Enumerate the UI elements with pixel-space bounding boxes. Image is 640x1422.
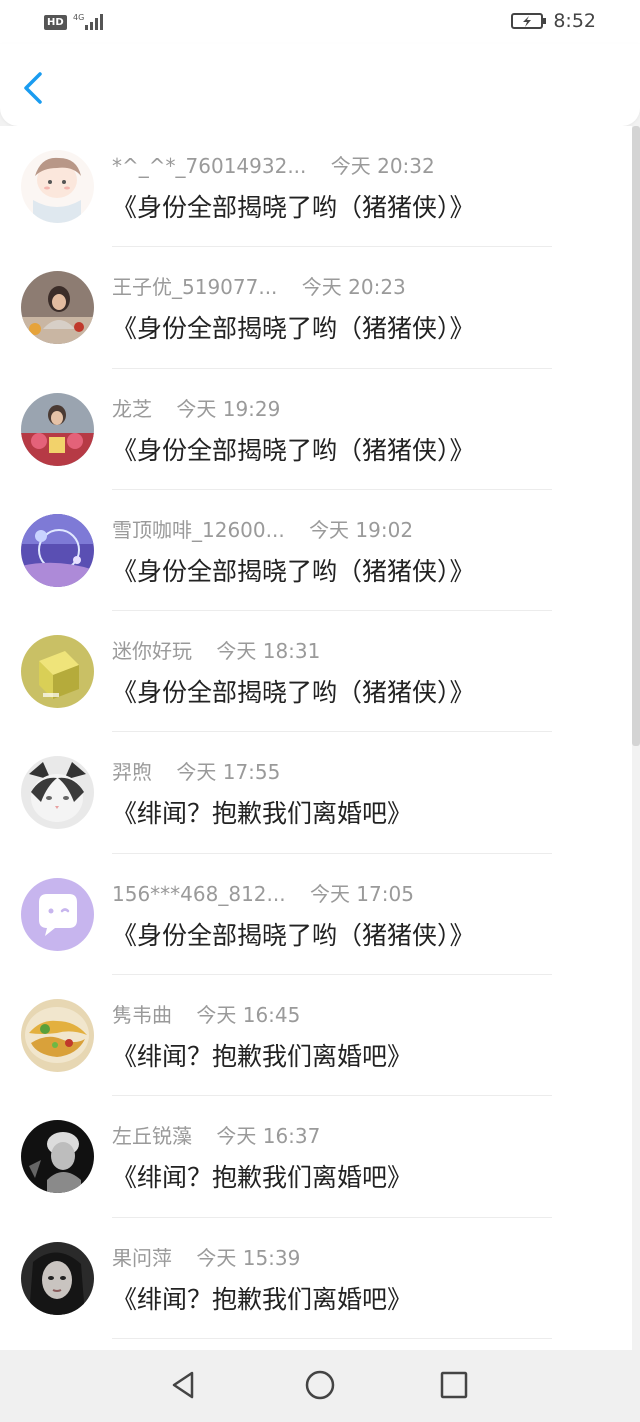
user-name: 156***468_812...: [112, 881, 286, 906]
item-time: 今天 20:32: [330, 154, 435, 178]
book-title: 《绯闻？抱歉我们离婚吧》: [112, 1163, 413, 1193]
back-icon[interactable]: [18, 70, 50, 106]
item-time: 今天 15:39: [196, 1245, 301, 1270]
book-title: 《身份全部揭晓了哟（猪猪侠）》: [112, 556, 475, 586]
avatar: [21, 635, 94, 709]
item-meta: 隽韦曲 今天 16:45: [112, 999, 300, 1028]
user-name: 左丘锐藻: [112, 1124, 192, 1149]
user-name: 龙芝: [112, 396, 152, 421]
list-item[interactable]: 156***468_812... 今天 17:05 《身份全部揭晓了哟（猪猪侠）…: [0, 854, 632, 976]
avatar: [21, 150, 94, 223]
nav-back-icon[interactable]: [166, 1368, 200, 1402]
scrollbar[interactable]: [632, 126, 640, 746]
list-item[interactable]: *^_^*_76014932... 今天 20:32 《身份全部揭晓了哟（猪猪侠…: [0, 126, 632, 248]
avatar: [21, 392, 94, 466]
book-title: 《身份全部揭晓了哟（猪猪侠）》: [112, 678, 475, 708]
item-meta: 羿煦 今天 17:55: [112, 756, 280, 785]
book-title: 《身份全部揭晓了哟（猪猪侠）》: [112, 920, 475, 950]
item-meta: 迷你好玩 今天 18:31: [112, 635, 320, 664]
book-title: 《绯闻？抱歉我们离婚吧》: [112, 799, 413, 829]
status-left: HD 4G: [44, 12, 107, 32]
item-meta: *^_^*_76014932... 今天 20:32: [112, 150, 435, 179]
item-meta: 王子优_519077... 今天 20:23: [112, 271, 406, 300]
item-time: 今天 19:29: [176, 396, 281, 421]
list-item[interactable]: 隽韦曲 今天 16:45 《绯闻？抱歉我们离婚吧》: [0, 975, 632, 1097]
user-name: 隽韦曲: [112, 1003, 172, 1028]
item-meta: 果问萍 今天 15:39: [112, 1242, 300, 1271]
book-title: 《身份全部揭晓了哟（猪猪侠）》: [112, 314, 475, 344]
item-meta: 雪顶咖啡_12600... 今天 19:02: [112, 514, 413, 543]
list-item[interactable]: 龙芝 今天 19:29 《身份全部揭晓了哟（猪猪侠）》: [0, 369, 632, 490]
book-title: 《身份全部揭晓了哟（猪猪侠）》: [112, 435, 475, 465]
avatar: [21, 271, 94, 345]
top-header: [0, 44, 640, 126]
nav-recent-icon[interactable]: [437, 1368, 471, 1402]
reading-list: *^_^*_76014932... 今天 20:32 《身份全部揭晓了哟（猪猪侠…: [0, 126, 632, 1350]
user-name: *^_^*_76014932...: [112, 154, 307, 178]
signal-icon: 4G: [73, 13, 103, 30]
avatar: [21, 999, 94, 1073]
book-title: 《绯闻？抱歉我们离婚吧》: [112, 1284, 413, 1314]
item-time: 今天 18:31: [216, 639, 321, 664]
item-time: 今天 17:05: [309, 881, 414, 906]
item-time: 今天 16:45: [196, 1003, 301, 1028]
avatar: [21, 513, 94, 587]
battery-charging-icon: [511, 13, 547, 29]
list-item[interactable]: 王子优_519077... 今天 20:23 《身份全部揭晓了哟（猪猪侠）》: [0, 247, 632, 369]
item-time: 今天 16:37: [216, 1124, 321, 1149]
divider: [112, 1337, 552, 1339]
item-meta: 156***468_812... 今天 17:05: [112, 878, 414, 907]
status-right: 8:52: [511, 10, 596, 32]
list-item[interactable]: 雪顶咖啡_12600... 今天 19:02 《身份全部揭晓了哟（猪猪侠）》: [0, 490, 632, 612]
list-item[interactable]: 左丘锐藻 今天 16:37 《绯闻？抱歉我们离婚吧》: [0, 1096, 632, 1218]
item-time: 今天 17:55: [176, 760, 281, 785]
avatar: [21, 756, 94, 830]
avatar: [21, 877, 94, 951]
book-title: 《绯闻？抱歉我们离婚吧》: [112, 1042, 413, 1072]
avatar: [21, 1120, 94, 1194]
user-name: 果问萍: [112, 1245, 172, 1270]
item-time: 今天 19:02: [309, 517, 414, 542]
user-name: 雪顶咖啡_12600...: [112, 517, 285, 542]
avatar: [21, 1241, 94, 1315]
user-name: 王子优_519077...: [112, 275, 278, 300]
item-time: 今天 20:23: [301, 275, 406, 300]
item-meta: 龙芝 今天 19:29: [112, 393, 280, 422]
status-bar: HD 4G 8:52: [0, 0, 640, 44]
book-title: 《身份全部揭晓了哟（猪猪侠）》: [112, 193, 475, 222]
hd-badge: HD: [44, 14, 67, 30]
list-item[interactable]: 迷你好玩 今天 18:31 《身份全部揭晓了哟（猪猪侠）》: [0, 611, 632, 733]
item-meta: 左丘锐藻 今天 16:37: [112, 1120, 320, 1149]
user-name: 羿煦: [112, 760, 152, 785]
network-type-label: 4G: [73, 13, 84, 22]
list-item[interactable]: 羿煦 今天 17:55 《绯闻？抱歉我们离婚吧》: [0, 732, 632, 854]
nav-home-icon[interactable]: [303, 1368, 337, 1402]
list-item[interactable]: 果问萍 今天 15:39 《绯闻？抱歉我们离婚吧》: [0, 1218, 632, 1339]
status-time: 8:52: [553, 10, 596, 32]
user-name: 迷你好玩: [112, 639, 192, 664]
system-nav-bar: [0, 1350, 640, 1422]
